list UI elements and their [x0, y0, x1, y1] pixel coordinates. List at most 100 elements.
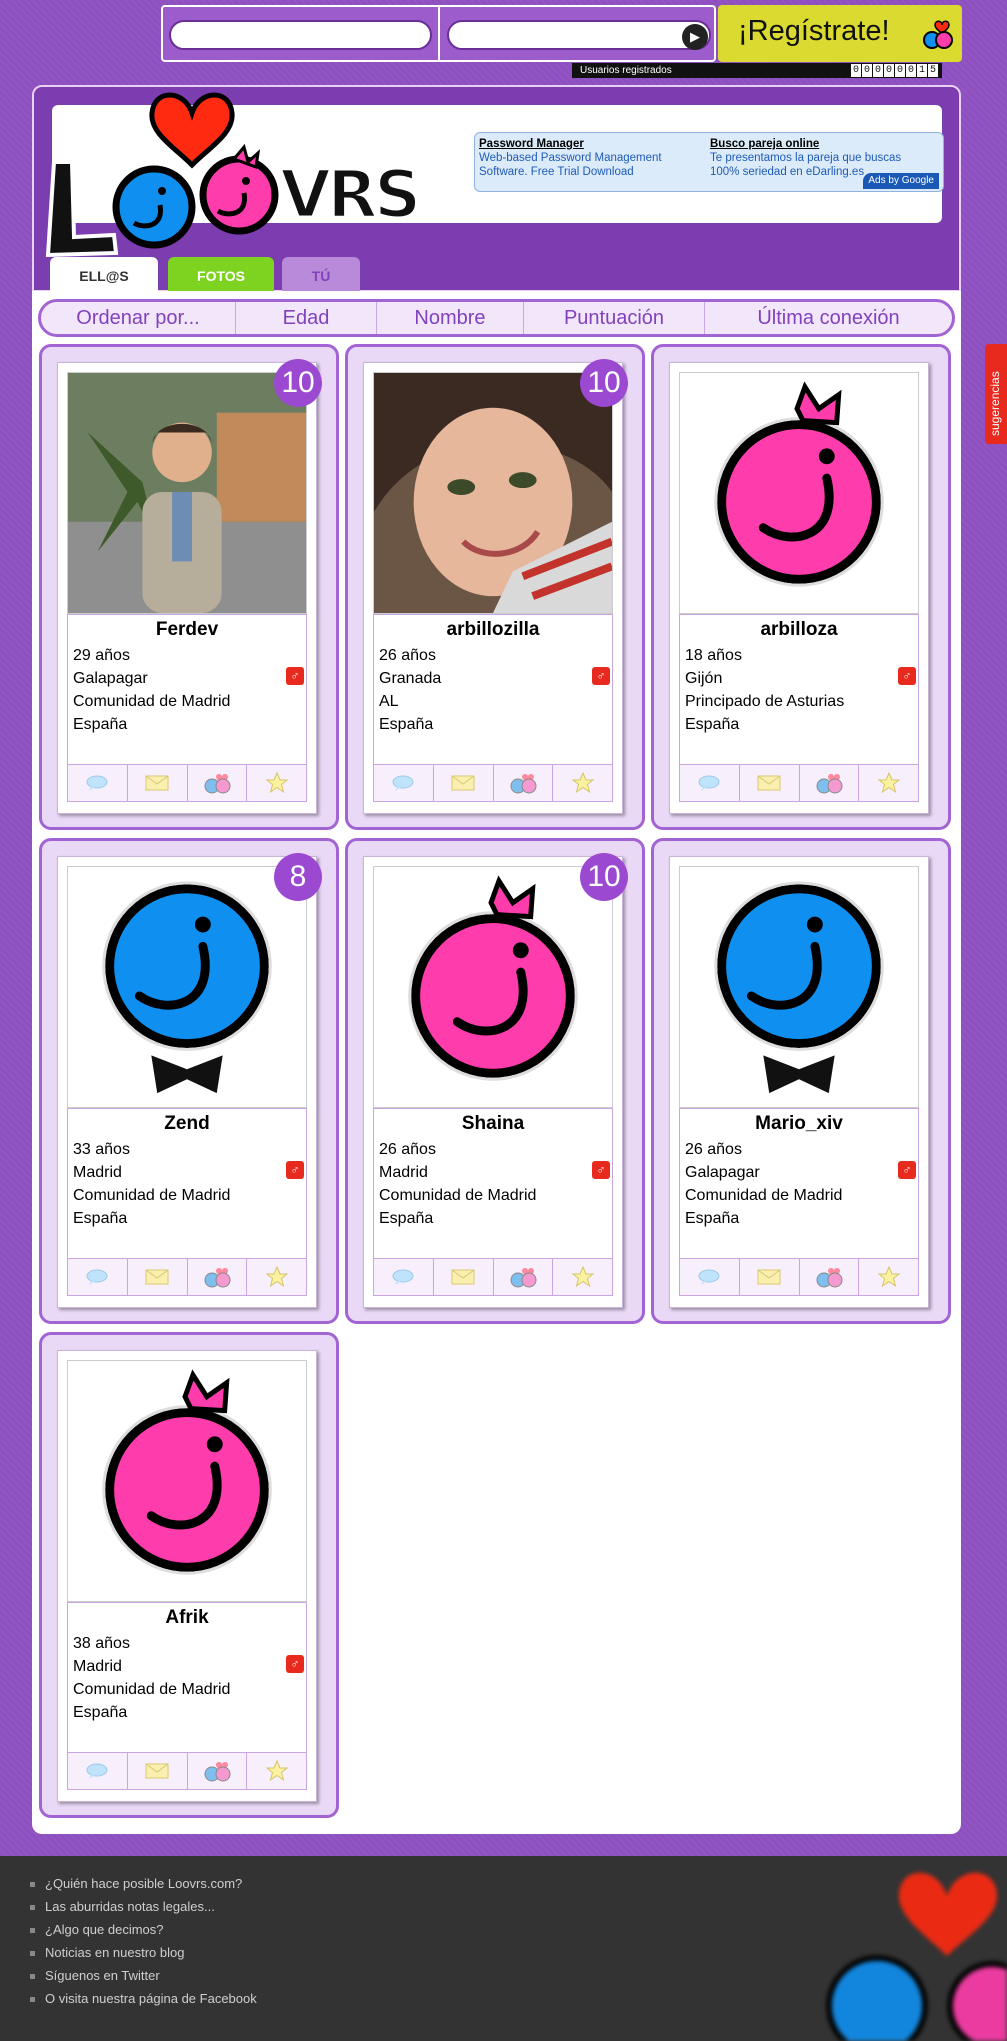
top-bar: ▶ ¡Regístrate!: [161, 5, 962, 62]
message-icon: [145, 1269, 169, 1285]
profile-region: Comunidad de Madrid: [685, 1187, 843, 1204]
password-input[interactable]: [447, 20, 711, 50]
profile-age: 29 años: [73, 647, 130, 664]
footer-link[interactable]: Síguenos en Twitter: [30, 1964, 257, 1987]
profile-card[interactable]: 10 arbillozilla 26 años Granada AL España ♂: [345, 344, 645, 830]
profile-avatar[interactable]: [67, 1360, 307, 1602]
profile-card[interactable]: arbilloza 18 años Gijón Principado de Astur…: [651, 344, 951, 830]
user-photo[interactable]: [374, 373, 612, 613]
counter-digit: 0: [906, 64, 916, 77]
profile-card[interactable]: Mario_xiv 26 años Galapagar Comunidad de Ma…: [651, 838, 951, 1324]
chat-button[interactable]: [68, 765, 128, 801]
ad-title[interactable]: Password Manager: [479, 137, 699, 151]
tab-fotos[interactable]: FOTOS: [168, 257, 274, 291]
register-button[interactable]: ¡Regístrate!: [718, 5, 962, 62]
sort-bar: Ordenar por... Edad Nombre Puntuación Úl…: [38, 299, 955, 337]
favorite-button[interactable]: [553, 765, 612, 801]
profile-age: 26 años: [379, 647, 436, 664]
profile-avatar[interactable]: [373, 866, 613, 1108]
match-icon: [204, 1762, 231, 1782]
favorite-button[interactable]: [247, 1753, 306, 1789]
footer-link[interactable]: O visita nuestra página de Facebook: [30, 1987, 257, 2010]
tab-ellos[interactable]: ELL@S: [50, 257, 158, 291]
tab-tu[interactable]: TÚ: [282, 257, 360, 291]
profile-username[interactable]: Shaina: [374, 1113, 612, 1135]
profile-country: España: [379, 1210, 434, 1227]
score-badge: 10: [580, 853, 628, 901]
profile-avatar[interactable]: [679, 866, 919, 1108]
send-message-button[interactable]: [128, 1259, 188, 1295]
sort-by-score[interactable]: Puntuación: [524, 302, 705, 334]
favorite-button[interactable]: [859, 765, 918, 801]
footer-link[interactable]: Noticias en nuestro blog: [30, 1941, 257, 1964]
profile-card[interactable]: 10 Ferdev 29 años Galapagar Comunidad de Mad…: [39, 344, 339, 830]
user-photo[interactable]: [68, 373, 306, 613]
footer-mascots-decoration: [826, 1872, 1007, 2041]
profile-username[interactable]: Afrik: [68, 1607, 306, 1629]
profile-city: Galapagar: [73, 670, 148, 687]
main-content: Ordenar por... Edad Nombre Puntuación Úl…: [32, 291, 961, 1834]
profile-username[interactable]: Zend: [68, 1113, 306, 1135]
username-input[interactable]: [169, 20, 432, 50]
match-button[interactable]: [800, 765, 860, 801]
sort-by-name[interactable]: Nombre: [377, 302, 524, 334]
match-button[interactable]: [188, 1259, 248, 1295]
profile-username[interactable]: Ferdev: [68, 619, 306, 641]
profile-region: Comunidad de Madrid: [73, 1187, 231, 1204]
send-message-button[interactable]: [128, 765, 188, 801]
chat-button[interactable]: [374, 1259, 434, 1295]
profile-avatar[interactable]: [679, 372, 919, 614]
profile-card[interactable]: 8 Zend 33 años Madrid Comunidad de Madrid Esp…: [39, 838, 339, 1324]
ad-title[interactable]: Busco pareja online: [710, 137, 930, 151]
favorite-button[interactable]: [553, 1259, 612, 1295]
login-box: ▶: [161, 5, 716, 62]
profile-card[interactable]: 10 Shaina 26 años Madrid Comunidad de Madrid…: [345, 838, 645, 1324]
profile-card-inner: 10 Ferdev 29 años Galapagar Comunidad de Mad…: [57, 359, 322, 814]
profile-avatar[interactable]: [373, 372, 613, 614]
chat-button[interactable]: [680, 1259, 740, 1295]
ads-by-google[interactable]: Ads by Google: [863, 173, 939, 189]
match-button[interactable]: [188, 765, 248, 801]
profile-actions: [67, 764, 307, 802]
ad-body: Web-based Password Management Software. …: [479, 152, 662, 178]
chat-button[interactable]: [374, 765, 434, 801]
favorite-button[interactable]: [859, 1259, 918, 1295]
message-icon: [451, 775, 475, 791]
send-message-button[interactable]: [128, 1753, 188, 1789]
profile-username[interactable]: arbilloza: [680, 619, 918, 641]
favorite-button[interactable]: [247, 1259, 306, 1295]
profile-username[interactable]: Mario_xiv: [680, 1113, 918, 1135]
profile-country: España: [379, 716, 434, 733]
footer-link[interactable]: ¿Quién hace posible Loovrs.com?: [30, 1872, 257, 1895]
loovrs-logo[interactable]: VRS: [34, 67, 474, 257]
match-button[interactable]: [800, 1259, 860, 1295]
send-message-button[interactable]: [740, 1259, 800, 1295]
chat-button[interactable]: [680, 765, 740, 801]
couple-icon: [923, 20, 953, 49]
profile-age: 18 años: [685, 647, 742, 664]
login-go-button[interactable]: ▶: [682, 24, 708, 50]
chat-button[interactable]: [68, 1259, 128, 1295]
profile-username[interactable]: arbillozilla: [374, 619, 612, 641]
profile-avatar[interactable]: [67, 372, 307, 614]
profile-avatar[interactable]: [67, 866, 307, 1108]
favorite-button[interactable]: [247, 765, 306, 801]
message-icon: [145, 775, 169, 791]
match-button[interactable]: [494, 1259, 554, 1295]
send-message-button[interactable]: [434, 765, 494, 801]
send-message-button[interactable]: [740, 765, 800, 801]
footer-link[interactable]: Las aburridas notas legales...: [30, 1895, 257, 1918]
profile-card[interactable]: Afrik 38 años Madrid Comunidad de Madrid Esp…: [39, 1332, 339, 1818]
footer-link[interactable]: ¿Algo que decimos?: [30, 1918, 257, 1941]
profile-city: Granada: [379, 670, 442, 687]
ad-item[interactable]: Password Manager Web-based Password Mana…: [479, 137, 699, 179]
match-button[interactable]: [188, 1753, 248, 1789]
sort-by-last-connection[interactable]: Última conexión: [705, 302, 952, 334]
message-icon: [451, 1269, 475, 1285]
chat-button[interactable]: [68, 1753, 128, 1789]
match-button[interactable]: [494, 765, 554, 801]
sort-by-age[interactable]: Edad: [236, 302, 377, 334]
profile-actions: [373, 764, 613, 802]
suggestions-tab[interactable]: sugerencias: [985, 344, 1007, 444]
send-message-button[interactable]: [434, 1259, 494, 1295]
